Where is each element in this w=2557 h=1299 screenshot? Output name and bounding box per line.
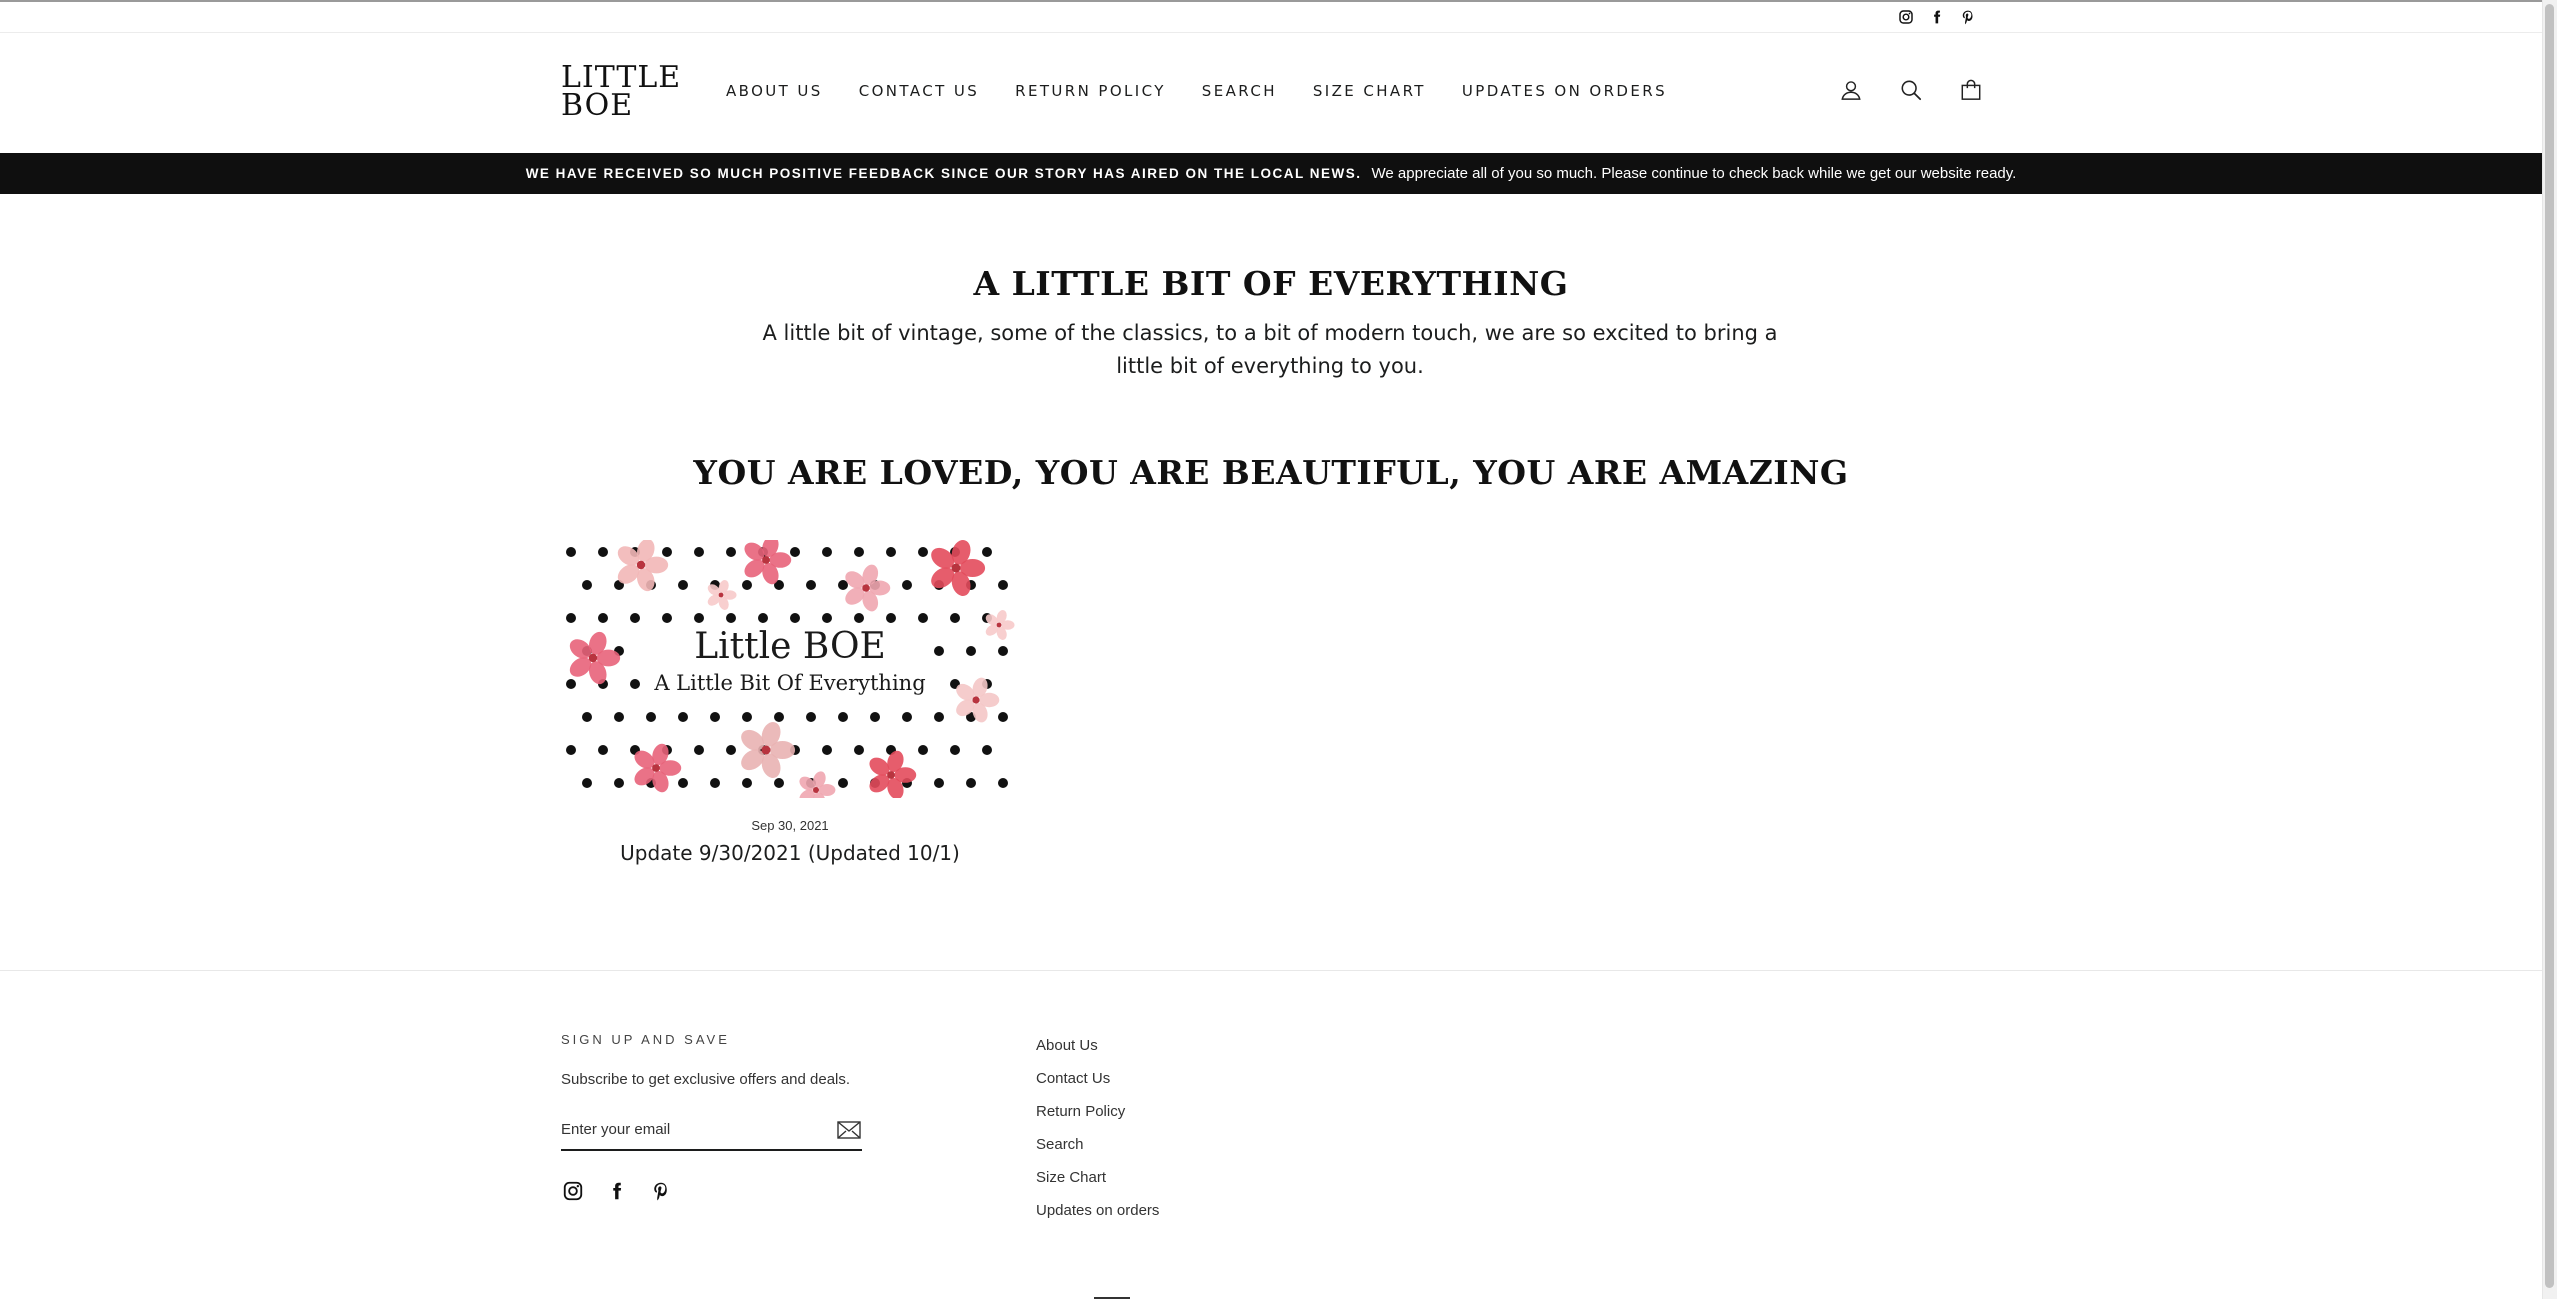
footer-link-size-chart[interactable]: Size Chart [1036,1169,1106,1186]
footer-link-updates-on-orders[interactable]: Updates on orders [1036,1202,1159,1219]
announcement-strong: WE HAVE RECEIVED SO MUCH POSITIVE FEEDBA… [525,166,1362,181]
header-icons [1838,77,1984,103]
instagram-icon[interactable] [1896,7,1915,26]
utility-social-links [1896,7,1977,26]
intro-text: A little bit of vintage, some of the cla… [762,321,1778,378]
page-scrollbar[interactable] [2542,0,2557,1299]
site-header: LITTLE BOE ABOUT US CONTACT US RETURN PO… [0,33,2542,153]
utility-bar [0,2,2542,33]
instagram-icon[interactable] [561,1179,585,1203]
nav-search[interactable]: SEARCH [1202,82,1277,100]
footer-menu-item: Return Policy [1036,1103,1159,1136]
article-date: Sep 30, 2021 [751,818,829,833]
envelope-icon [837,1121,861,1139]
footer-social-links [561,1179,673,1203]
newsletter-heading: SIGN UP AND SAVE [561,1032,730,1047]
main-nav: ABOUT US CONTACT US RETURN POLICY SEARCH… [726,82,1703,100]
page-title: A LITTLE BIT OF EVERYTHING [973,264,1569,303]
nav-about-us[interactable]: ABOUT US [726,82,823,100]
footer-menu: About Us Contact Us Return Policy Search… [1036,1037,1159,1235]
subscribe-button[interactable] [836,1119,862,1141]
footer-menu-item: Size Chart [1036,1169,1159,1202]
footer-link-contact-us[interactable]: Contact Us [1036,1070,1110,1087]
search-icon[interactable] [1898,77,1924,103]
footer-menu-item: Updates on orders [1036,1202,1159,1235]
article-title[interactable]: Update 9/30/2021 (Updated 10/1) [561,841,1019,865]
site-logo[interactable]: LITTLE BOE [561,63,681,123]
facebook-icon[interactable] [605,1179,629,1203]
scrollbar-thumb[interactable] [2545,4,2554,1288]
email-input[interactable] [561,1111,821,1147]
footer-link-about-us[interactable]: About Us [1036,1037,1098,1054]
pinterest-icon[interactable] [1958,7,1977,26]
image-text-line-1: Little BOE [694,626,886,667]
newsletter-form [561,1111,862,1151]
announcement-text: We appreciate all of you so much. Please… [1371,165,2017,182]
site-footer: SIGN UP AND SAVE Subscribe to get exclus… [0,970,2542,1299]
article-image-graphic: Little BOE A Little Bit Of Everything [561,540,1019,798]
footer-menu-item: Contact Us [1036,1070,1159,1103]
blog-article-card[interactable]: Little BOE A Little Bit Of Everything Se… [561,540,1019,865]
footer-menu-item: About Us [1036,1037,1159,1070]
nav-updates-on-orders[interactable]: UPDATES ON ORDERS [1462,82,1667,100]
footer-link-return-policy[interactable]: Return Policy [1036,1103,1125,1120]
footer-menu-item: Search [1036,1136,1159,1169]
logo-line-2: BOE [561,88,634,123]
account-icon[interactable] [1838,77,1864,103]
facebook-icon[interactable] [1927,7,1946,26]
cart-icon[interactable] [1958,77,1984,103]
nav-size-chart[interactable]: SIZE CHART [1313,82,1426,100]
blog-title: YOU ARE LOVED, YOU ARE BEAUTIFUL, YOU AR… [693,453,1849,492]
newsletter-subtext: Subscribe to get exclusive offers and de… [561,1071,851,1088]
pinterest-icon[interactable] [649,1179,673,1203]
image-text-line-2: A Little Bit Of Everything [653,671,925,695]
nav-return-policy[interactable]: RETURN POLICY [1015,82,1166,100]
nav-contact-us[interactable]: CONTACT US [859,82,979,100]
footer-link-search[interactable]: Search [1036,1136,1084,1153]
article-image[interactable]: Little BOE A Little Bit Of Everything [561,540,1019,798]
announcement-bar: WE HAVE RECEIVED SO MUCH POSITIVE FEEDBA… [0,153,2542,194]
